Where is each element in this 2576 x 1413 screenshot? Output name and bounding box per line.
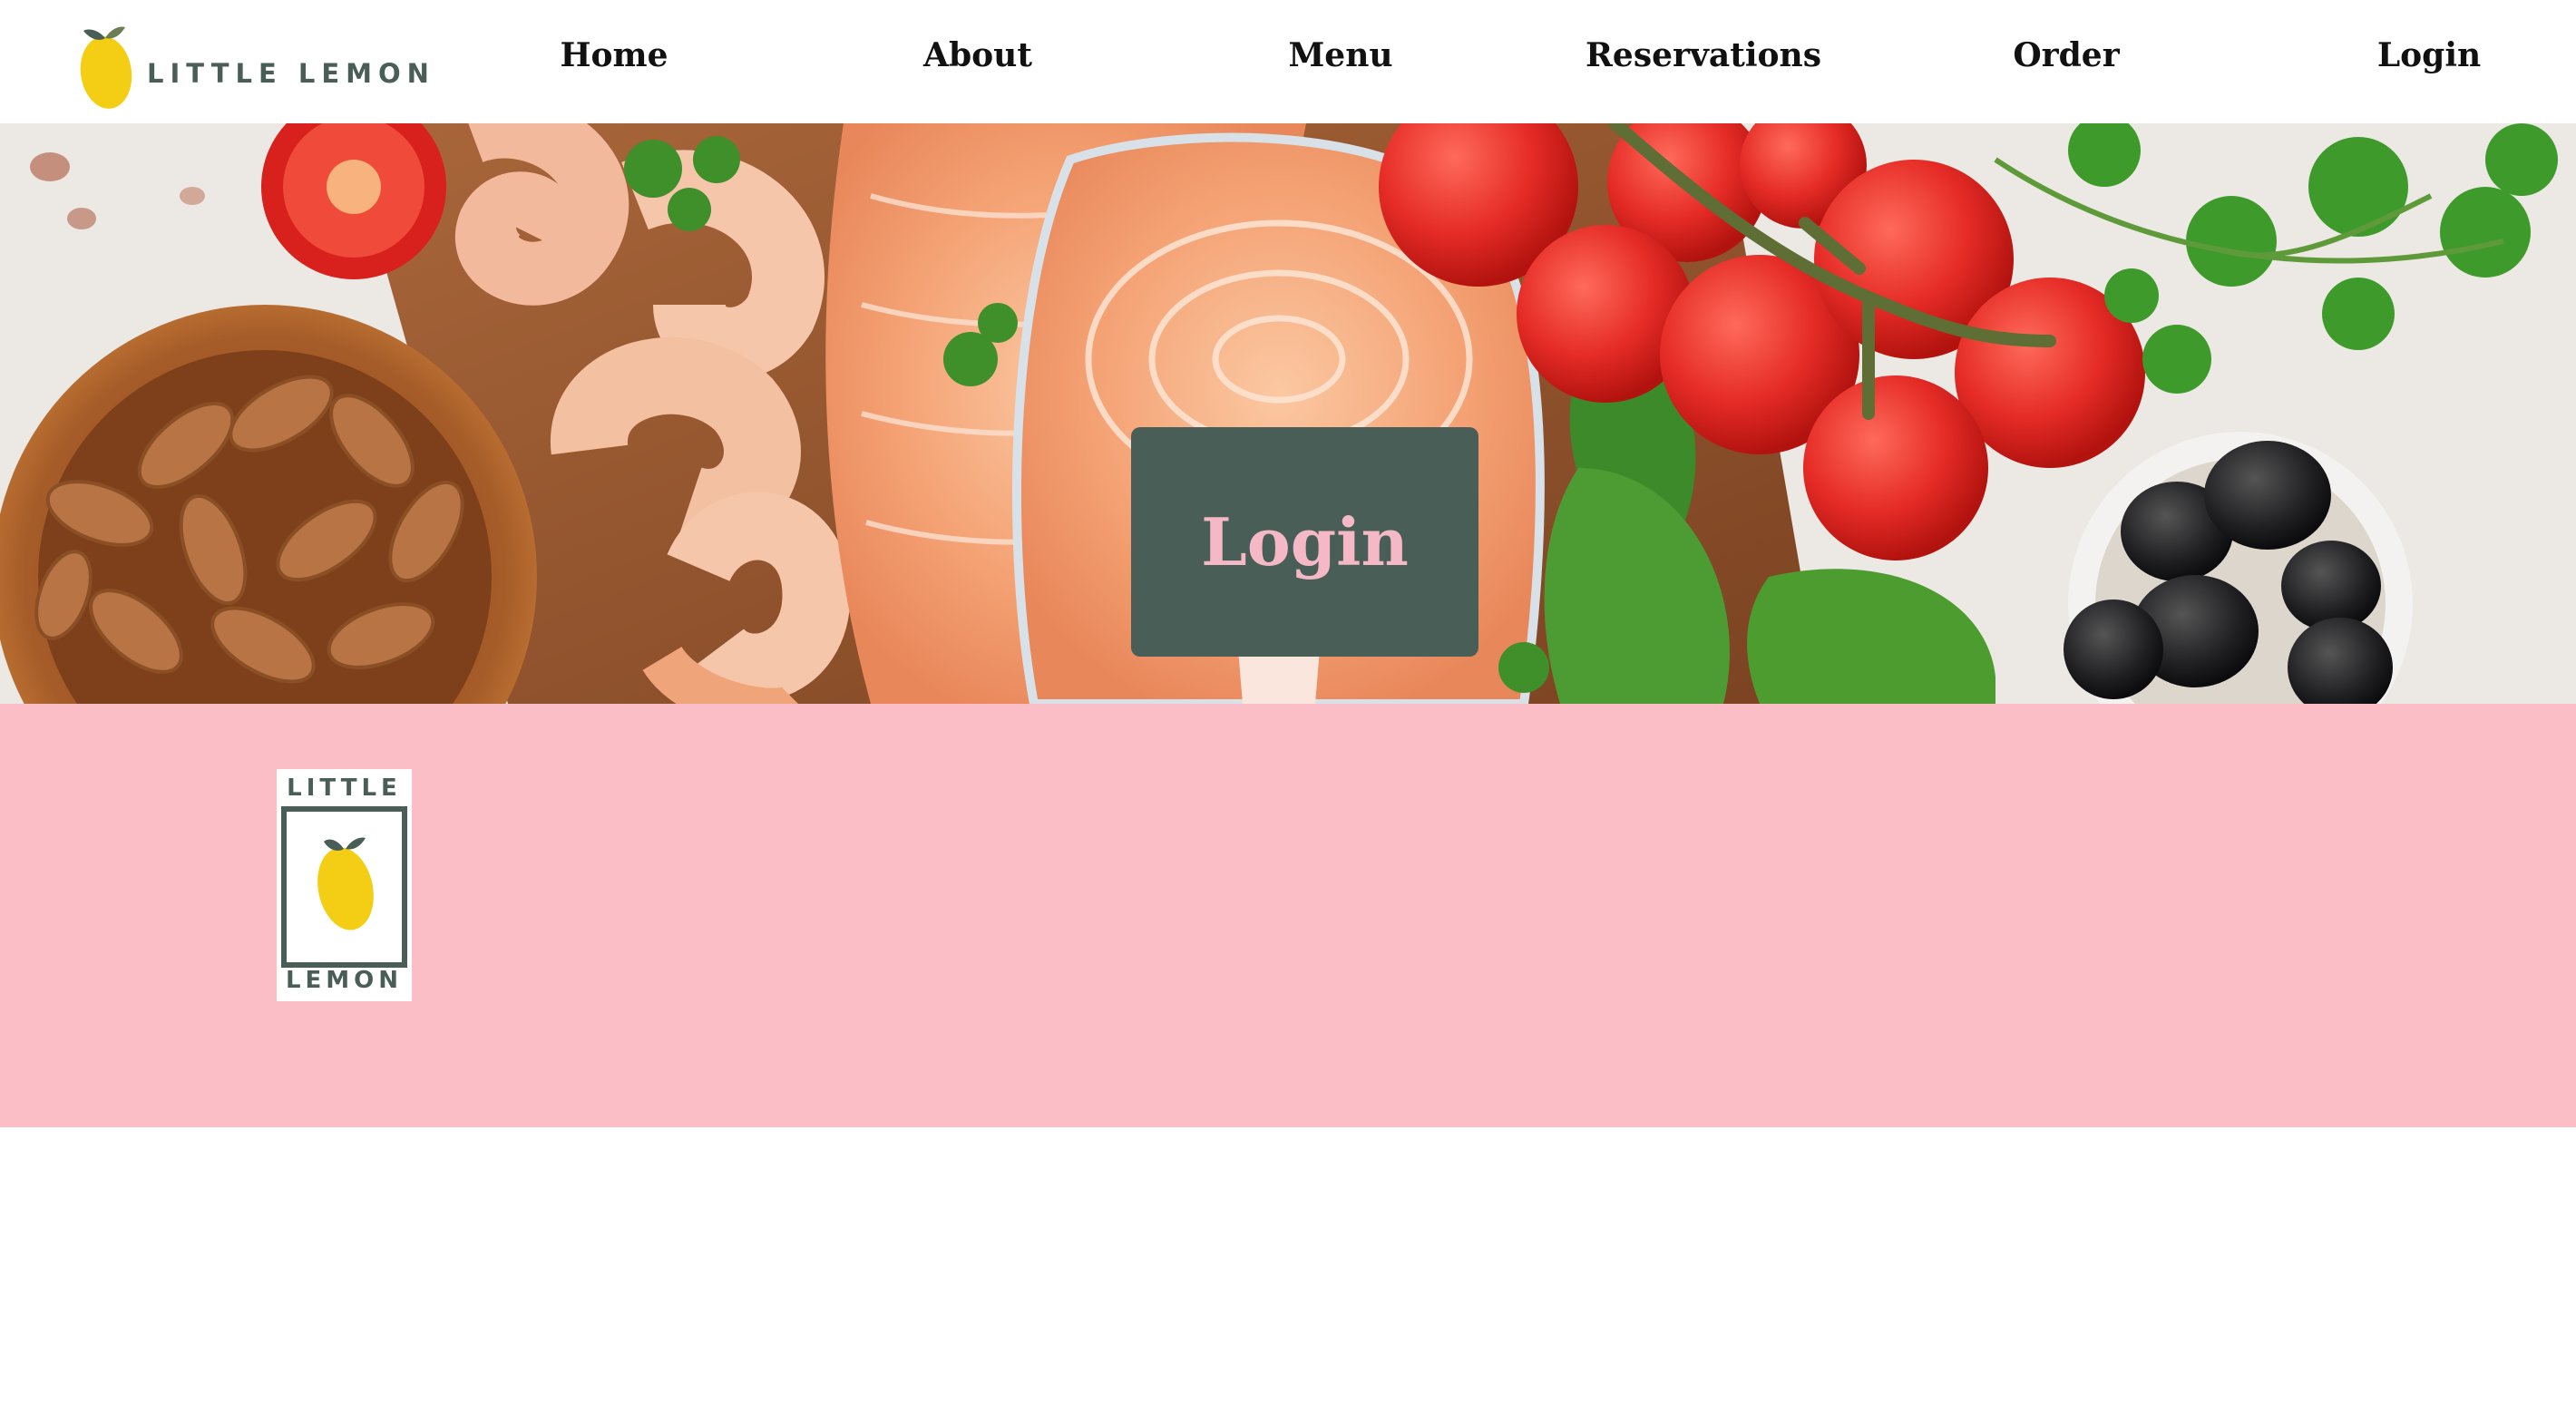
footer-logo[interactable]: LITTLE LEMON	[277, 769, 412, 1001]
login-title: Login	[1201, 503, 1409, 580]
nav-reservations[interactable]: Reservations	[1586, 36, 1821, 74]
nav-about[interactable]: About	[923, 36, 1032, 74]
nav-order[interactable]: Order	[2013, 36, 2119, 74]
brand-logo-link[interactable]: LITTLE LEMON	[78, 20, 435, 111]
lemon-icon	[80, 26, 132, 109]
footer-logo-top-text: LITTLE	[287, 775, 402, 802]
nav-login[interactable]: Login	[2377, 36, 2481, 74]
lemon-icon	[281, 806, 407, 968]
nav-home[interactable]: Home	[560, 36, 668, 74]
footer-logo-bottom-text: LEMON	[285, 967, 404, 994]
nav-menu[interactable]: Menu	[1288, 36, 1392, 74]
brand-name: LITTLE LEMON	[147, 58, 435, 89]
login-card: Login	[1131, 427, 1478, 657]
hero-banner: Login	[0, 123, 2576, 704]
footer: LITTLE LEMON	[0, 704, 2576, 1127]
top-navigation: LITTLE LEMON Home About Menu Reservation…	[0, 0, 2576, 123]
